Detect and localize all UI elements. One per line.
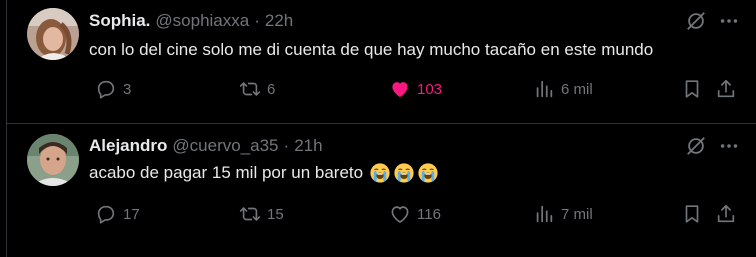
bookmark-icon: [685, 80, 699, 98]
reply-button[interactable]: 17: [95, 201, 140, 227]
heart-icon: [391, 206, 409, 223]
author-name[interactable]: Alejandro: [89, 136, 167, 156]
bookmark-button[interactable]: [681, 76, 703, 102]
action-bar: 17 15 116 7 mil: [89, 201, 749, 227]
reply-count: 3: [123, 80, 132, 98]
retweet-count: 15: [267, 205, 284, 223]
retweet-button[interactable]: 15: [239, 201, 284, 227]
views-button[interactable]: 6 mil: [533, 76, 593, 102]
share-icon: [717, 79, 735, 98]
separator-dot: ·: [254, 11, 260, 30]
more-icon[interactable]: [718, 10, 740, 32]
share-button[interactable]: [715, 201, 737, 227]
tweet-header: Sophia. @sophiaxxa · 22h: [89, 10, 293, 32]
bookmark-button[interactable]: [681, 201, 703, 227]
tweet-text-content: acabo de pagar 15 mil por un bareto: [89, 163, 364, 182]
timestamp[interactable]: 22h: [265, 11, 293, 31]
reply-icon: [97, 80, 115, 99]
more-icon[interactable]: [718, 135, 740, 157]
tweet[interactable]: Alejandro @cuervo_a35 · 21h acabo de pag…: [7, 124, 756, 257]
bookmark-icon: [685, 205, 699, 223]
views-icon: [536, 80, 553, 98]
action-bar: 3 6 103 6 mil: [89, 76, 749, 102]
timestamp[interactable]: 21h: [294, 136, 322, 156]
tweet-text-content: con lo del cine solo me di cuenta de que…: [89, 40, 654, 59]
timeline: Sophia. @sophiaxxa · 22h con lo del cine…: [6, 0, 756, 257]
like-button[interactable]: 103: [389, 76, 442, 102]
views-icon: [536, 205, 553, 223]
grok-icon[interactable]: [685, 10, 707, 32]
grok-icon[interactable]: [685, 135, 707, 157]
author-name[interactable]: Sophia.: [89, 11, 150, 31]
retweet-button[interactable]: 6: [239, 76, 275, 102]
author-handle[interactable]: @sophiaxxa: [155, 11, 249, 31]
share-button[interactable]: [715, 76, 737, 102]
loudly-crying-face-icon: [418, 163, 438, 183]
tweet-text: acabo de pagar 15 mil por un bareto: [89, 160, 439, 186]
views-button[interactable]: 7 mil: [533, 201, 593, 227]
tweet-text: con lo del cine solo me di cuenta de que…: [89, 38, 653, 62]
avatar[interactable]: [27, 134, 79, 186]
separator-dot: ·: [283, 136, 290, 155]
reply-button[interactable]: 3: [95, 76, 131, 102]
like-count: 103: [417, 80, 443, 98]
retweet-icon: [239, 82, 261, 96]
retweet-count: 6: [267, 80, 276, 98]
views-count: 6 mil: [561, 80, 593, 98]
tweet[interactable]: Sophia. @sophiaxxa · 22h con lo del cine…: [7, 0, 756, 124]
retweet-icon: [239, 207, 261, 221]
like-button[interactable]: 116: [389, 201, 441, 227]
like-count: 116: [417, 205, 441, 223]
reply-icon: [97, 205, 115, 224]
avatar[interactable]: [27, 8, 79, 60]
views-count: 7 mil: [561, 205, 593, 223]
loudly-crying-face-icon: [370, 163, 390, 183]
tweet-header: Alejandro @cuervo_a35 · 21h: [89, 135, 323, 157]
heart-icon: [392, 82, 408, 98]
reply-count: 17: [123, 205, 140, 223]
share-icon: [717, 204, 735, 223]
author-handle[interactable]: @cuervo_a35: [172, 136, 278, 156]
loudly-crying-face-icon: [394, 163, 414, 183]
